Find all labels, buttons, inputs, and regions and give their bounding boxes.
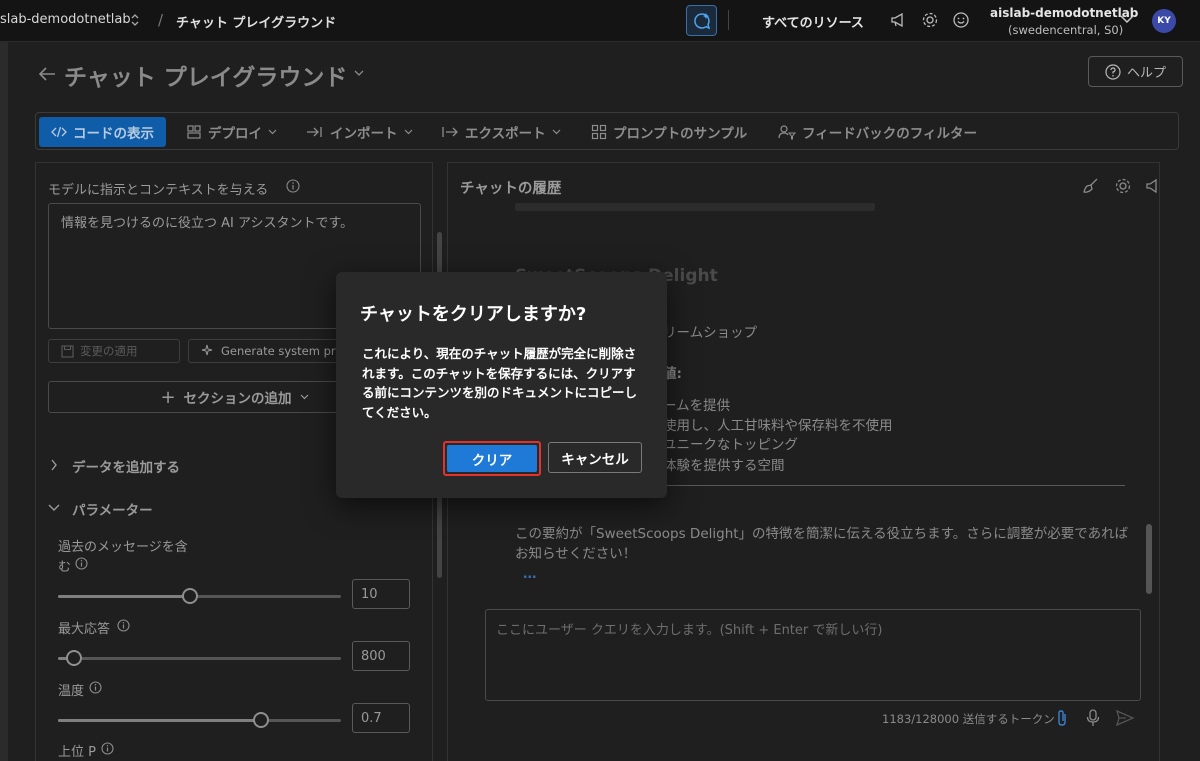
clear-chat-dialog: チャットをクリアしますか? これにより、現在のチャット履歴が完全に削除されます。… — [336, 272, 667, 498]
dialog-body: これにより、現在のチャット履歴が完全に削除されます。このチャットを保存するには、… — [362, 346, 638, 420]
cancel-button[interactable]: キャンセル — [548, 442, 642, 473]
clear-button[interactable]: クリア — [443, 441, 541, 476]
clear-button-label: クリア — [447, 445, 537, 472]
dialog-title: チャットをクリアしますか? — [360, 304, 587, 325]
